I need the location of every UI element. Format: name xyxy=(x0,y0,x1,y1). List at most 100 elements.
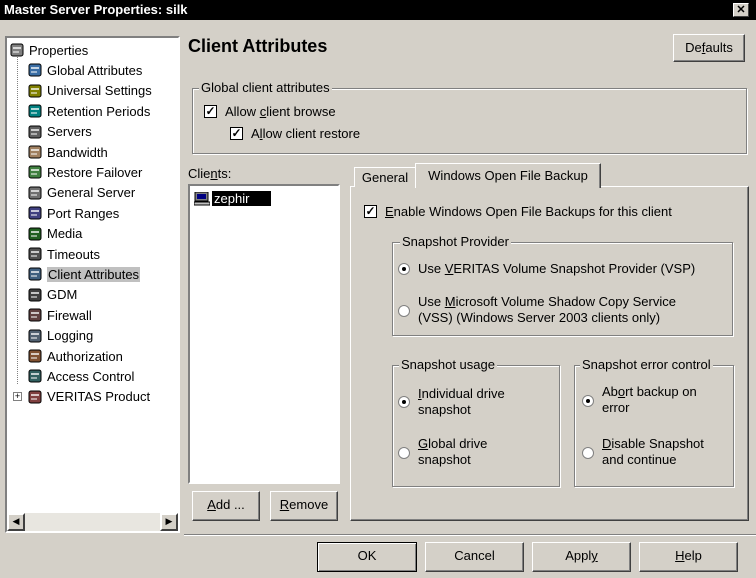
tree-item-label: Properties xyxy=(29,42,89,58)
snapshot-error-legend: Snapshot error control xyxy=(580,357,713,372)
global-label-line2: snapshot xyxy=(418,452,471,467)
abort-backup-radio[interactable]: Abort backup on error xyxy=(582,384,730,420)
allow-client-restore-checkbox[interactable]: ✓ Allow client restore xyxy=(230,126,360,141)
expand-icon[interactable]: + xyxy=(13,392,22,402)
tree-item-timeouts[interactable]: Timeouts xyxy=(27,244,100,264)
port-ranges-icon xyxy=(27,205,43,221)
tree-item-general-server[interactable]: General Server xyxy=(27,183,135,203)
radio-selected-icon xyxy=(398,396,410,408)
page-title: Client Attributes xyxy=(188,36,328,56)
add-accel: A xyxy=(207,497,216,512)
tree-item-label: VERITAS Product xyxy=(47,389,151,405)
tree-item-label: Bandwidth xyxy=(47,144,108,160)
tree-item-gdm[interactable]: GDM xyxy=(27,285,77,305)
enable-wofb-checkbox[interactable]: ✓ Enable Windows Open File Backups for t… xyxy=(364,204,672,219)
tree-item-label: Logging xyxy=(47,328,94,344)
client-name: zephir xyxy=(212,191,272,206)
tree-item-veritas-product[interactable]: + VERITAS Product xyxy=(13,387,150,407)
tree-item-universal-settings[interactable]: Universal Settings xyxy=(27,81,152,101)
enable-accel: E xyxy=(385,204,394,219)
universal-settings-icon xyxy=(27,83,43,99)
tree-item-label: Universal Settings xyxy=(47,83,152,99)
tree-item-access-control[interactable]: Access Control xyxy=(27,366,134,386)
vsp-radio[interactable]: Use VERITAS Volume Snapshot Provider (VS… xyxy=(398,261,695,276)
ok-button[interactable]: OK xyxy=(317,542,417,572)
tree-item-logging[interactable]: Logging xyxy=(27,326,93,346)
remove-rest: emove xyxy=(289,497,329,512)
help-button[interactable]: Help xyxy=(639,542,738,572)
firewall-icon xyxy=(27,307,43,323)
horizontal-scrollbar[interactable]: ◀ ▶ xyxy=(7,513,178,531)
defaults-button[interactable]: Defaults xyxy=(673,34,745,62)
tree-item-label: GDM xyxy=(47,287,78,303)
scroll-left-button[interactable]: ◀ xyxy=(7,513,25,531)
individual-drive-radio[interactable]: Individual drive snapshot xyxy=(398,386,548,422)
tab-wofb-label: Windows Open File Backup xyxy=(428,168,588,183)
tab-general[interactable]: General xyxy=(354,167,416,187)
bandwidth-icon xyxy=(27,144,43,160)
add-client-button[interactable]: Add ... xyxy=(192,491,260,521)
help-rest: elp xyxy=(684,548,702,563)
vss-rest: icrosoft Volume Shadow Copy Service xyxy=(455,294,676,309)
tree-item-bandwidth[interactable]: Bandwidth xyxy=(27,142,108,162)
clients-list[interactable]: zephir xyxy=(188,184,340,484)
check-icon: ✓ xyxy=(364,204,377,218)
authorization-icon xyxy=(27,348,43,364)
tree-item-servers[interactable]: Servers xyxy=(27,122,92,142)
general-server-icon xyxy=(27,185,43,201)
cancel-label: Cancel xyxy=(454,548,495,563)
global-drive-radio[interactable]: Global drive snapshot xyxy=(398,436,548,472)
vsp-label: Use xyxy=(418,261,445,276)
vsp-rest: ERITAS Volume Snapshot Provider (VSP) xyxy=(453,261,696,276)
tree-item-restore-failover[interactable]: Restore Failover xyxy=(27,162,142,182)
window-title: Master Server Properties: silk xyxy=(4,2,188,17)
global-rest: lobal drive xyxy=(428,436,488,451)
tree-item-client-attributes[interactable]: Client Attributes xyxy=(27,264,141,284)
tree-item-properties[interactable]: Properties xyxy=(9,40,88,60)
disable-snapshot-radio[interactable]: Disable Snapshot and continue xyxy=(582,436,730,472)
restore-failover-icon xyxy=(27,164,43,180)
tab-windows-open-file-backup[interactable]: Windows Open File Backup xyxy=(415,163,601,188)
tree-item-retention-periods[interactable]: Retention Periods xyxy=(27,101,150,121)
abort-label-line2: error xyxy=(602,400,630,415)
media-icon xyxy=(27,226,43,242)
tree-item-media[interactable]: Media xyxy=(27,224,82,244)
defaults-label: De xyxy=(685,40,702,55)
clients-label-rest: ts: xyxy=(217,166,232,181)
tree-item-authorization[interactable]: Authorization xyxy=(27,346,123,366)
apply-button[interactable]: Apply xyxy=(532,542,631,572)
close-icon: ✕ xyxy=(736,4,746,16)
defaults-label-rest: aults xyxy=(705,40,733,55)
list-item[interactable]: zephir xyxy=(193,191,272,206)
tab-general-label: General xyxy=(361,170,409,185)
scroll-right-button[interactable]: ▶ xyxy=(160,513,178,531)
tree-item-port-ranges[interactable]: Port Ranges xyxy=(27,203,119,223)
check-icon: ✓ xyxy=(204,104,217,118)
abort-label: Ab xyxy=(602,384,618,399)
close-button[interactable]: ✕ xyxy=(733,3,749,17)
allow-client-browse-checkbox[interactable]: ✓ Allow client browse xyxy=(204,104,336,119)
access-control-icon xyxy=(27,368,43,384)
clients-label-accel: n xyxy=(210,166,218,181)
global-client-attributes-legend: Global client attributes xyxy=(199,80,332,95)
cancel-button[interactable]: Cancel xyxy=(425,542,524,572)
tree-item-firewall[interactable]: Firewall xyxy=(27,305,92,325)
veritas-product-icon xyxy=(27,389,43,405)
tree-item-label: Media xyxy=(47,226,83,242)
tree-item-global-attributes[interactable]: Global Attributes xyxy=(27,60,142,80)
tree-item-label: Restore Failover xyxy=(47,164,143,180)
vss-radio[interactable]: Use Microsoft Volume Shadow Copy Service… xyxy=(398,294,728,330)
global-client-attributes-group xyxy=(192,88,747,154)
enable-rest: nable Windows Open File Backups for this… xyxy=(393,204,672,219)
window-title-bar: Master Server Properties: silk xyxy=(0,0,756,20)
tree-item-label: Global Attributes xyxy=(47,62,143,78)
scroll-right-icon: ▶ xyxy=(165,516,173,526)
global-accel: G xyxy=(418,436,429,451)
computer-icon xyxy=(193,191,211,206)
tree-panel[interactable]: Properties Global Attributes Universal Set… xyxy=(5,36,180,533)
remove-client-button[interactable]: Remove xyxy=(270,491,338,521)
tree-item-label: General Server xyxy=(47,185,136,201)
tree-item-label: Retention Periods xyxy=(47,103,151,119)
logging-icon xyxy=(27,328,43,344)
vss-label-line2: (VSS) (Windows Server 2003 clients only) xyxy=(418,310,661,325)
